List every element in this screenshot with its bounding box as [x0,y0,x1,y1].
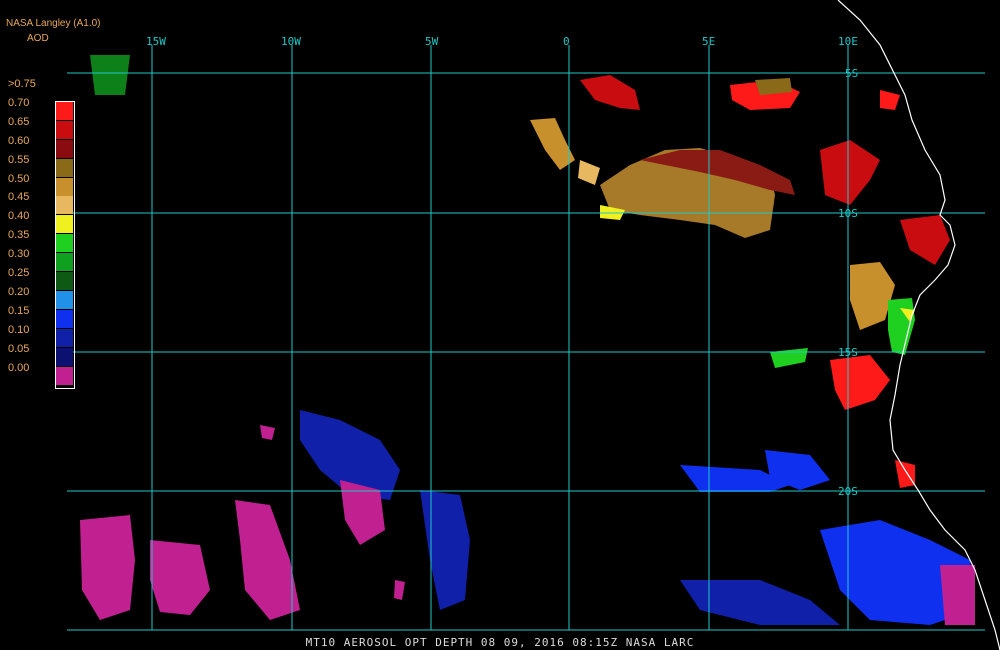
map-footer: MT10 AEROSOL OPT DEPTH 08 09, 2016 08:15… [305,636,695,649]
lon-5w: 5W [425,35,439,48]
legend-label: 0.05 [8,342,30,355]
legend-label: 0.10 [8,323,30,336]
legend-label: 0.45 [8,191,30,204]
legend-label: 0.25 [8,267,30,279]
lon-0: 0 [563,35,570,48]
legend-label: 0.15 [8,304,30,317]
lat-5s: 5S [845,67,858,80]
legend-label: >0.75 [8,78,36,90]
legend-label: 0.20 [8,285,30,298]
legend-label: 0.55 [8,153,30,166]
legend-label: 0.40 [8,210,30,223]
legend-label: 0.65 [8,115,30,128]
legend-label: 0.30 [8,248,30,261]
lon-10e: 10E [838,35,858,48]
lat-20s: 20S [838,485,858,498]
legend-label: 0.60 [8,134,30,147]
legend-label: 0.50 [8,172,30,185]
legend-label: 0.00 [8,361,30,374]
unit-label: AOD [27,33,49,44]
lon-10w: 10W [281,35,301,48]
lon-5e: 5E [702,35,715,48]
legend-frame [55,101,75,389]
legend-label: 0.35 [8,229,30,242]
lon-15w: 15W [146,35,166,48]
product-title: NASA Langley (A1.0) [6,18,101,29]
legend-label: 0.70 [8,96,30,109]
lat-10s: 10S [838,207,858,220]
lat-15s: 15S [838,346,858,359]
aod-map: 15W 10W 5W 0 5E 10E 5S 10S 15S 20S [0,0,1000,650]
